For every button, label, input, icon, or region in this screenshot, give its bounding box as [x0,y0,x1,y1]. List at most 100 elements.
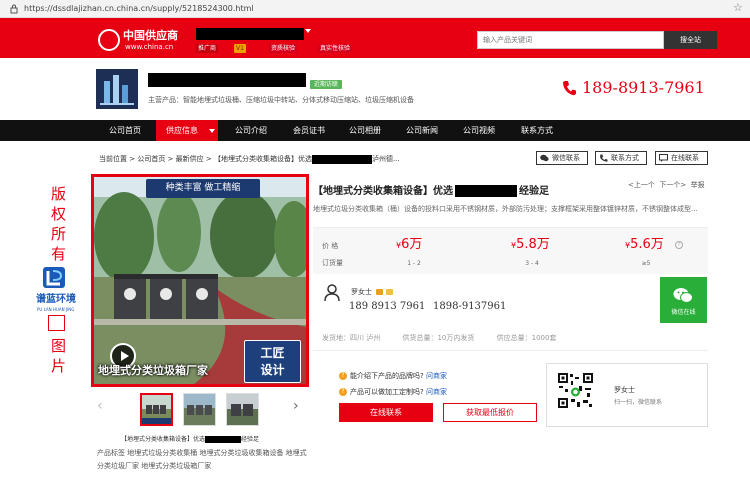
contact-name: 罗女士 [351,288,372,296]
brand-name: 谱蓝环境 [36,294,76,305]
watermark-square [48,315,65,331]
product-title: 【地埋式分类收集箱设备】优选 经验足 [313,185,549,197]
nav-item-album[interactable]: 公司相册 [338,120,392,141]
logo-text: 中国供应商 [123,29,178,42]
contact-info-button[interactable]: 联系方式 [595,151,647,165]
company-title-redacted [148,73,306,87]
thumb-product-title: 【地埋式分类收集箱设备】优选 经验足 [121,436,260,443]
thumbnail[interactable] [140,393,173,426]
search-input[interactable] [478,32,663,48]
online-contact-button[interactable]: 在线联系 [655,151,708,165]
wechat-icon [673,288,693,303]
nav-item-certificates[interactable]: 会员证书 [280,120,338,141]
meta-count: 供应总量：1000套 [496,334,557,342]
price-label: 价 格 [322,242,339,250]
badge-vip: V1 [234,44,246,53]
supply-meta: 发货地：四川 泸州 供货总量：10万内发货 供应总量：1000套 [322,334,576,343]
badge-authenticity: 真实性核验 [318,44,353,53]
nav-chevron-down-icon [209,129,215,133]
company-logo-icon [96,69,138,109]
prev-product-link[interactable]: <上一个 [628,181,655,189]
nav-item-home[interactable]: 公司首页 [96,120,154,141]
nav-item-contact[interactable]: 联系方式 [508,120,566,141]
get-quote-button[interactable]: 获取最低报价 [443,403,537,422]
image-ribbon: 种类丰富 做工精缩 [146,179,260,198]
qty-tier-1: 1 - 2 [407,260,421,267]
contact-card: 罗女士 189 8913 7961 1898-9137961 [313,276,659,323]
watermark-char: 所 [51,225,67,243]
chevron-down-icon[interactable] [305,29,311,33]
prev-next-nav: <上一个 下一个> 举报 [628,180,705,190]
wechat-qr-card: 罗女士 扫一扫，微信联系 [546,363,708,427]
product-title-redacted [455,185,517,197]
watermark-char: 有 [51,245,67,263]
thumb-title-redacted [205,436,242,443]
next-product-link[interactable]: 下一个> [659,181,686,189]
online-contact-cta[interactable]: 在线联系 [339,403,433,422]
contact-phone[interactable]: 1898-9137961 [433,301,506,313]
logo-url: www.china.cn [125,43,174,51]
badge-promoter: 推广商 [196,44,219,53]
vip-icon [376,289,383,295]
contact-mobile[interactable]: 189 8913 7961 [349,301,425,313]
browser-address-bar[interactable]: https://dssdlajizhan.cn.china.cn/supply/… [0,0,750,18]
url-text[interactable]: https://dssdlajizhan.cn.china.cn/supply/… [24,3,254,15]
qty-tier-3: ≥5 [641,260,651,267]
price-help-icon[interactable]: ? [675,241,683,249]
main-products: 主营产品：智能地埋式垃圾桶、压缩垃圾中转站、分体式移动压缩站、垃圾压缩机设备 [148,96,414,104]
breadcrumb-prefix[interactable]: 当前位置 > 公司首页 > 最新供应 > 【地埋式分类收集箱设备】优选 [99,155,312,163]
faq-item: ? 产品可以做加工定制吗? 问商家 [339,388,447,397]
wechat-contact-button[interactable]: 微信联系 [536,151,588,165]
brand-name-en: PU LAN HUAN JING [37,307,75,312]
divider [313,350,708,351]
watermark-char: 图 [51,337,67,355]
nav-item-about[interactable]: 公司介绍 [222,120,280,141]
brand-logo-icon [43,267,65,288]
price-tier-3: ¥5.6万 [625,237,664,252]
qr-contact-name: 罗女士 [614,386,635,394]
meta-stock: 供货总量：10万内发货 [402,334,475,342]
faq-item: ? 能介绍下产品的品牌吗? 问商家 [339,372,447,381]
meta-origin: 发货地：四川 泸州 [322,334,381,342]
verified-badge: 近期访联 [310,80,342,89]
image-caption: 地埋式分类垃圾箱厂家 [98,364,208,377]
site-logo[interactable]: 中国供应商 www.china.cn [98,29,188,53]
ask-seller-link[interactable]: 问商家 [426,388,447,396]
ask-seller-link[interactable]: 问商家 [426,372,447,380]
watermark-char: 版 [51,185,67,203]
qty-label: 订货量 [322,259,343,267]
qr-hint: 扫一扫，微信联系 [614,399,663,406]
search-all-button[interactable]: 搜全站 [664,31,717,49]
phone-small-icon [600,154,608,162]
product-tags[interactable]: 产品标签 地埋式垃圾分类收集桶 地埋式分类垃圾收集箱设备 地埋式分类垃圾厂家 地… [97,447,312,473]
main-nav: 公司首页 供应信息 公司介绍 会员证书 公司相册 公司新闻 公司视频 联系方式 [0,120,750,141]
bookmark-star-icon[interactable]: ☆ [733,2,743,14]
product-description: 地埋式垃圾分类收集箱（桶）设备的投料口采用不锈钢材质，外部防污处理；支撑框架采用… [313,205,698,213]
thumb-next-chevron-icon[interactable]: › [293,398,299,414]
wechat-online-button[interactable]: 微信在线 [660,277,707,323]
price-tier-1: ¥6万 [396,237,423,252]
company-phone[interactable]: 189-8913-7961 [582,78,705,98]
question-icon: ? [339,388,347,396]
qr-code[interactable] [557,372,594,409]
user-avatar-icon [324,284,340,302]
company-logo[interactable] [96,69,138,109]
lock-icon [10,4,18,14]
wechat-icon [540,154,549,162]
breadcrumb-redacted [311,154,372,164]
report-link[interactable]: 举报 [691,181,705,189]
nav-item-news[interactable]: 公司新闻 [394,120,450,141]
verified-icon [386,289,393,295]
thumbnail[interactable] [226,393,259,426]
thumbnail[interactable] [183,393,216,426]
breadcrumb-suffix: 泸州德... [371,155,400,163]
nav-item-video[interactable]: 公司视频 [451,120,507,141]
watermark-char: 片 [51,357,67,375]
question-icon: ? [339,372,347,380]
search-box [477,31,664,49]
price-table: 价 格 订货量 ¥6万 1 - 2 ¥5.8万 3 - 4 ¥5.6万 ≥5 [313,227,708,274]
image-craft-badge: 工匠 设计 [244,340,301,383]
chat-icon [659,154,668,162]
thumb-prev-chevron-icon[interactable]: ‹ [97,398,103,414]
product-main-image[interactable]: 种类丰富 做工精缩 工匠 设计 地埋式分类垃圾箱厂家 [91,174,309,387]
